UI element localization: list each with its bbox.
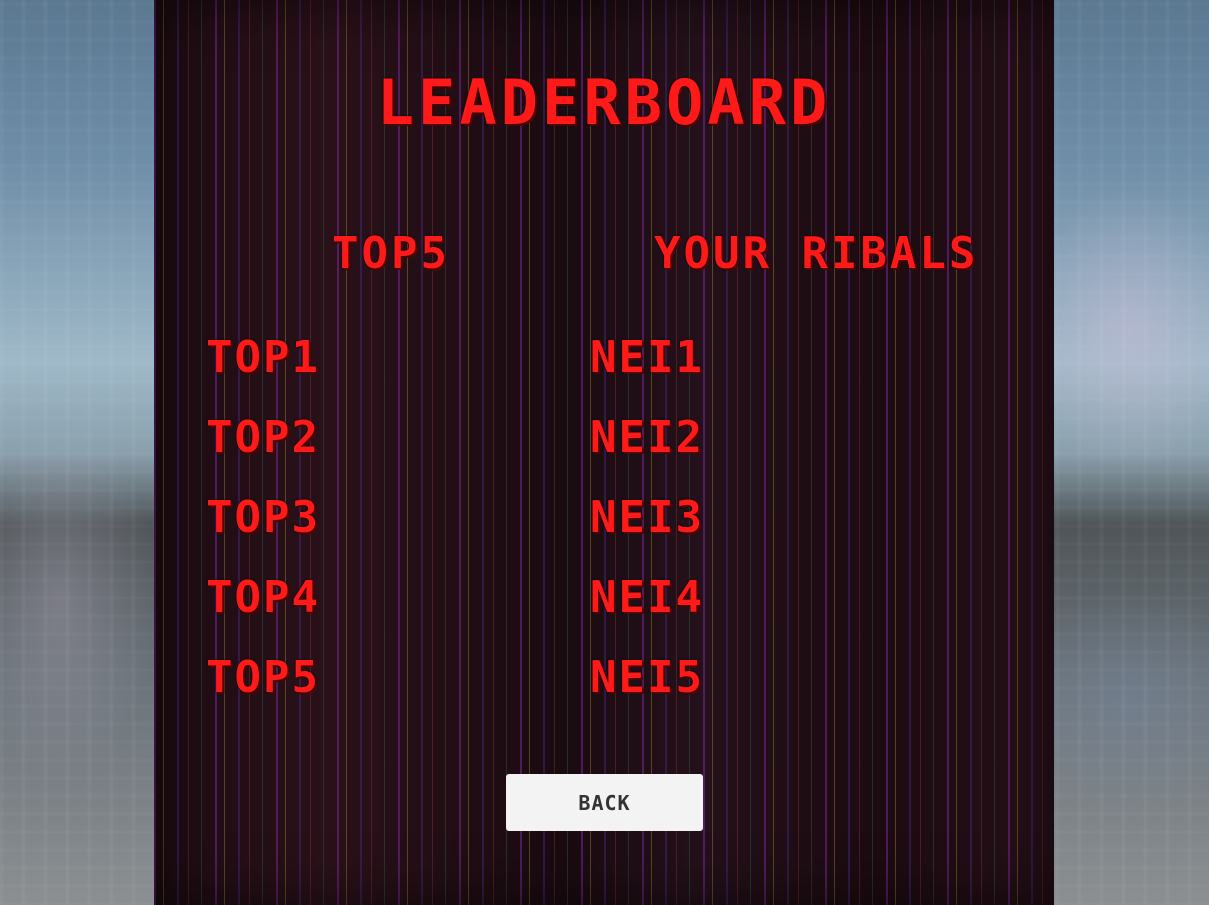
top-entry: TOP1: [206, 332, 320, 383]
rivals-header: YOUR RIBALS: [654, 228, 979, 279]
top5-header: TOP5: [332, 228, 450, 279]
game-scene: LEADERBOARD TOP5 YOUR RIBALS TOP1 TOP2 T…: [0, 0, 1209, 905]
top-entries-list: TOP1 TOP2 TOP3 TOP4 TOP5: [206, 330, 320, 730]
top-entry: TOP5: [206, 652, 320, 703]
rival-entry: NEI1: [590, 332, 704, 383]
rival-entry: NEI4: [590, 572, 704, 623]
leaderboard-panel: LEADERBOARD TOP5 YOUR RIBALS TOP1 TOP2 T…: [154, 0, 1054, 905]
top-entry: TOP2: [206, 412, 320, 463]
rival-entry: NEI3: [590, 492, 704, 543]
leaderboard-title: LEADERBOARD: [376, 66, 832, 139]
rival-entry: NEI5: [590, 652, 704, 703]
rival-entry: NEI2: [590, 412, 704, 463]
top-entry: TOP3: [206, 492, 320, 543]
rival-entries-list: NEI1 NEI2 NEI3 NEI4 NEI5: [590, 330, 704, 730]
top-entry: TOP4: [206, 572, 320, 623]
back-button[interactable]: BACK: [506, 774, 703, 831]
